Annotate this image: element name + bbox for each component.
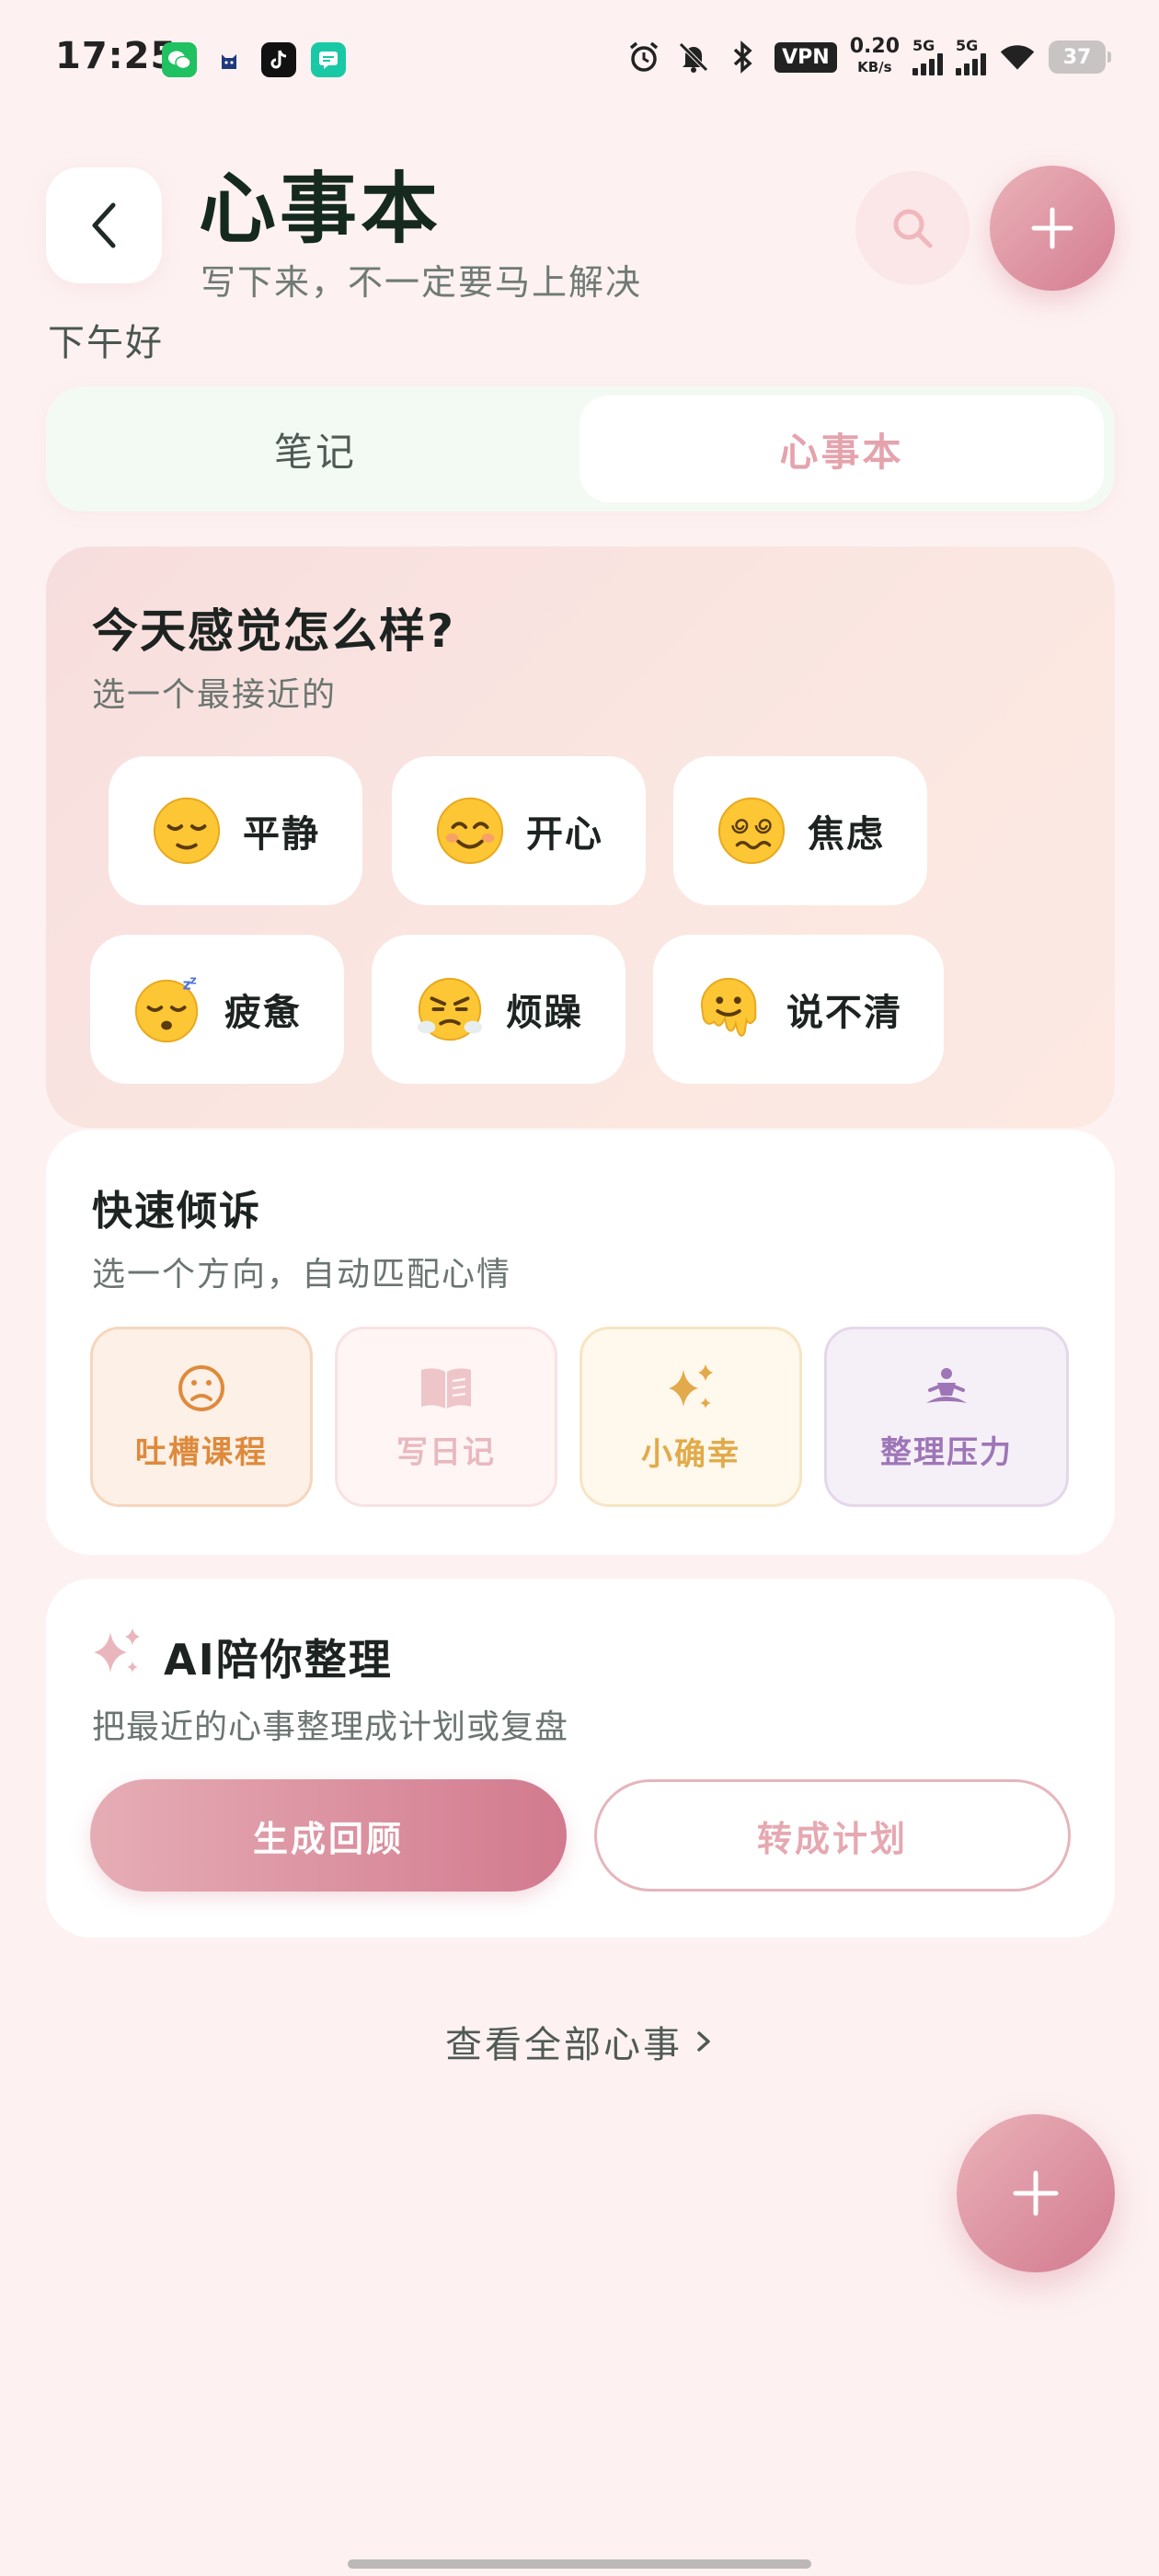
mood-card-title: 今天感觉怎么样? — [92, 604, 456, 658]
generate-review-button[interactable]: 生成回顾 — [90, 1779, 567, 1892]
smiling-face-icon — [436, 797, 504, 865]
mood-option-irritable[interactable]: 烦躁 — [372, 935, 625, 1084]
sparkle-icon — [669, 1363, 713, 1409]
vpn-badge: VPN — [775, 41, 837, 73]
bluetooth-icon — [725, 39, 762, 75]
vent-option-label: 小确幸 — [641, 1435, 740, 1473]
page-subtitle: 写下来，不一定要马上解决 — [201, 262, 643, 303]
plus-icon — [1031, 207, 1073, 249]
vent-option-write-diary[interactable]: 写日记 — [335, 1327, 557, 1507]
tab-bar: 笔记 心事本 — [46, 386, 1115, 512]
vent-option-small-joys[interactable]: 小确幸 — [580, 1327, 802, 1507]
relieved-face-icon — [153, 797, 221, 865]
tab-mood-diary[interactable]: 心事本 — [580, 396, 1104, 502]
sleeping-face-icon: z z — [134, 973, 199, 1043]
add-button[interactable] — [990, 166, 1115, 291]
signal-2-label: 5G — [956, 37, 979, 54]
page-title: 心事本 — [199, 164, 442, 254]
vent-option-label: 整理压力 — [880, 1433, 1013, 1471]
chevron-right-icon — [697, 2031, 710, 2052]
vent-option-complain-course[interactable]: 吐槽课程 — [90, 1327, 313, 1507]
frown-icon — [178, 1364, 224, 1411]
alarm-icon — [625, 39, 662, 75]
floating-add-button[interactable] — [957, 2114, 1115, 2272]
mute-icon — [675, 39, 712, 75]
notification-icons — [162, 42, 346, 77]
cat-app-icon — [212, 42, 247, 77]
message-app-icon — [311, 42, 346, 77]
mood-option-anxious[interactable]: 焦虑 — [673, 756, 927, 905]
book-icon — [421, 1367, 471, 1409]
battery-indicator: 37 — [1049, 40, 1111, 74]
convert-plan-button[interactable]: 转成计划 — [594, 1779, 1071, 1892]
ai-card-subtitle: 把最近的心事整理成计划或复盘 — [92, 1708, 569, 1746]
mood-option-unsure[interactable]: 说不清 — [653, 935, 944, 1084]
back-button[interactable] — [46, 167, 162, 283]
signal-1-bars-icon — [912, 53, 943, 75]
tiktok-icon — [261, 42, 296, 77]
system-icons: VPN 0.20 KB/s 5G 5G 37 — [625, 37, 1111, 77]
vent-option-sort-stress[interactable]: 整理压力 — [824, 1327, 1069, 1507]
search-button[interactable] — [855, 171, 970, 285]
vent-option-label: 写日记 — [396, 1433, 496, 1471]
vent-option-label: 吐槽课程 — [135, 1433, 268, 1471]
view-all-link[interactable]: 查看全部心事 — [0, 2015, 1159, 2068]
signal-1: 5G — [912, 39, 943, 75]
wechat-icon — [162, 42, 197, 77]
mood-option-label: 开心 — [526, 813, 603, 856]
home-indicator[interactable] — [348, 2559, 811, 2569]
status-bar: 17:25 VPN 0.20 KB/s 5G 5G 37 — [0, 0, 1159, 120]
tab-notes[interactable]: 笔记 — [53, 396, 578, 502]
mood-card: 今天感觉怎么样? 选一个最接近的 平静 开心 焦虑 z z 疲惫 烦躁 说不清 — [46, 546, 1115, 1128]
signal-2-bars-icon — [956, 53, 986, 75]
mood-card-subtitle: 选一个最接近的 — [92, 676, 338, 714]
mood-option-happy[interactable]: 开心 — [392, 756, 646, 905]
mood-option-tired[interactable]: z z 疲惫 — [90, 935, 344, 1084]
search-icon — [893, 209, 933, 248]
view-all-label: 查看全部心事 — [445, 2024, 683, 2066]
quick-vent-card: 快速倾诉 选一个方向，自动匹配心情 吐槽课程 写日记 小确幸 整理压力 — [46, 1130, 1115, 1555]
mood-option-calm[interactable]: 平静 — [109, 756, 362, 905]
mood-option-label: 说不清 — [786, 992, 902, 1034]
back-icon — [92, 202, 116, 248]
quick-vent-subtitle: 选一个方向，自动匹配心情 — [92, 1256, 512, 1294]
dizzy-face-icon — [717, 797, 786, 865]
signal-1-label: 5G — [912, 37, 935, 54]
meditation-icon — [926, 1367, 967, 1403]
ai-card-title: AI陪你整理 — [164, 1635, 393, 1685]
mood-option-label: 平静 — [243, 813, 320, 856]
mood-option-label: 疲惫 — [224, 992, 302, 1034]
signal-2: 5G — [956, 39, 986, 75]
svg-text:z: z — [189, 973, 196, 987]
melting-face-icon — [700, 977, 757, 1037]
plus-icon — [1013, 2170, 1059, 2216]
wifi-icon — [999, 39, 1036, 75]
status-time: 17:25 — [55, 35, 178, 77]
ai-assist-card: AI陪你整理 把最近的心事整理成计划或复盘 生成回顾 转成计划 — [46, 1579, 1115, 1938]
quick-vent-title: 快速倾诉 — [92, 1188, 261, 1235]
network-speed-value: 0.20 — [849, 35, 900, 58]
steaming-face-icon — [417, 977, 483, 1041]
mood-option-label: 焦虑 — [808, 813, 885, 856]
network-speed: 0.20 KB/s — [850, 37, 900, 77]
greeting-text: 下午好 — [48, 322, 164, 364]
ai-sparkle-icon — [94, 1628, 140, 1673]
network-speed-unit: KB/s — [857, 59, 892, 75]
mood-option-label: 烦躁 — [506, 992, 583, 1034]
